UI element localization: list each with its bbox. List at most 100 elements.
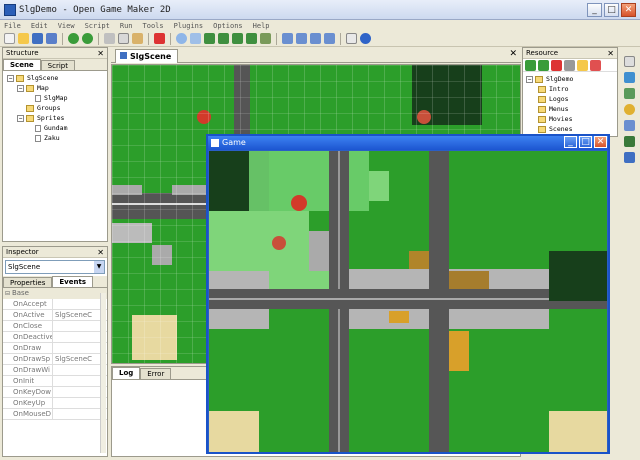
collapse-icon[interactable]: −: [17, 84, 24, 92]
resource-item-movies[interactable]: Movies: [549, 114, 572, 124]
collapse-icon[interactable]: −: [7, 74, 14, 82]
editor-close-icon[interactable]: ✕: [509, 49, 517, 59]
menu-tools[interactable]: Tools: [143, 22, 164, 30]
menu-view[interactable]: View: [58, 22, 75, 30]
cut-icon[interactable]: [104, 33, 115, 44]
tab-script[interactable]: Script: [40, 60, 75, 70]
event-row[interactable]: OnClose: [3, 321, 107, 332]
tree-item-groups[interactable]: Groups: [37, 103, 60, 113]
event-row[interactable]: OnDrawSp SlgSceneC: [3, 354, 107, 365]
debug-icon[interactable]: [296, 33, 307, 44]
menu-file[interactable]: File: [4, 22, 21, 30]
tree-item-zaku[interactable]: Zaku: [44, 133, 60, 143]
event-row[interactable]: OnAccept: [3, 299, 107, 310]
structure-close-icon[interactable]: ✕: [97, 48, 104, 59]
close-button[interactable]: ✕: [621, 3, 636, 17]
chevron-down-icon[interactable]: ▼: [94, 261, 104, 273]
event-value[interactable]: [53, 398, 55, 408]
event-value[interactable]: SlgSceneC: [53, 310, 92, 320]
sound-icon[interactable]: [624, 104, 635, 115]
resource-item-scenes[interactable]: Scenes: [549, 124, 572, 134]
move-up-icon[interactable]: [232, 33, 243, 44]
inspector-close-icon[interactable]: ✕: [97, 247, 104, 258]
tab-log[interactable]: Log: [112, 367, 141, 379]
event-value[interactable]: [53, 299, 55, 309]
tree-item-map[interactable]: Map: [37, 83, 49, 93]
collapse-icon[interactable]: −: [17, 114, 24, 122]
tab-properties[interactable]: Properties: [3, 277, 53, 287]
resource-item-menus[interactable]: Menus: [549, 104, 569, 114]
info-icon[interactable]: [360, 33, 371, 44]
game-close-button[interactable]: ✕: [594, 136, 607, 148]
copy-icon[interactable]: [118, 33, 129, 44]
event-row[interactable]: OnActive SlgSceneC: [3, 310, 107, 321]
add-icon[interactable]: [525, 60, 536, 71]
menu-edit[interactable]: Edit: [31, 22, 48, 30]
build-icon[interactable]: [310, 33, 321, 44]
event-value[interactable]: [53, 376, 55, 386]
menu-help[interactable]: Help: [253, 22, 270, 30]
event-value[interactable]: [53, 332, 55, 342]
rename-icon[interactable]: [564, 60, 575, 71]
run-icon[interactable]: [282, 33, 293, 44]
menu-run[interactable]: Run: [120, 22, 133, 30]
event-value[interactable]: SlgSceneC: [53, 354, 92, 364]
tab-error[interactable]: Error: [140, 368, 172, 379]
menu-options[interactable]: Options: [213, 22, 243, 30]
menu-plugins[interactable]: Plugins: [174, 22, 204, 30]
check-icon[interactable]: [260, 33, 271, 44]
event-value[interactable]: [53, 343, 55, 353]
maximize-button[interactable]: □: [604, 3, 619, 17]
game-viewport[interactable]: [209, 151, 607, 452]
zoom-icon[interactable]: [176, 33, 187, 44]
open-folder-icon[interactable]: [18, 33, 29, 44]
game-maximize-button[interactable]: □: [579, 136, 592, 148]
tree-item-slgmap[interactable]: SlgMap: [44, 93, 67, 103]
collapse-icon[interactable]: −: [526, 75, 533, 83]
tree-item-gundam[interactable]: Gundam: [44, 123, 67, 133]
event-row[interactable]: OnDrawWi: [3, 365, 107, 376]
delete-icon[interactable]: [154, 33, 165, 44]
event-row[interactable]: OnKeyDow: [3, 387, 107, 398]
tab-scene[interactable]: Scene: [3, 59, 41, 70]
new-file-icon[interactable]: [4, 33, 15, 44]
resource-close-icon[interactable]: ✕: [607, 48, 614, 59]
map-icon[interactable]: [624, 72, 635, 83]
font-icon[interactable]: [624, 120, 635, 131]
play-icon[interactable]: [324, 33, 335, 44]
minimize-button[interactable]: _: [587, 3, 602, 17]
sprite-icon[interactable]: [624, 88, 635, 99]
tree-item-slgscene[interactable]: SlgScene: [27, 73, 58, 83]
game-minimize-button[interactable]: _: [564, 136, 577, 148]
event-row[interactable]: OnDeactive: [3, 332, 107, 343]
game-window[interactable]: Game _ □ ✕: [206, 134, 610, 454]
import-icon[interactable]: [577, 60, 588, 71]
window-icon[interactable]: [346, 33, 357, 44]
resource-item-slgdemo[interactable]: SlgDemo: [546, 74, 573, 84]
resource-item-intro[interactable]: Intro: [549, 84, 569, 94]
align-icon[interactable]: [204, 33, 215, 44]
move-down-icon[interactable]: [218, 33, 229, 44]
image-icon[interactable]: [624, 56, 635, 67]
find-icon[interactable]: [190, 33, 201, 44]
inspector-scrollbar[interactable]: [100, 293, 106, 453]
event-row[interactable]: OnKeyUp: [3, 398, 107, 409]
event-row[interactable]: OnInit: [3, 376, 107, 387]
paste-icon[interactable]: [132, 33, 143, 44]
export-icon[interactable]: [590, 60, 601, 71]
tree-item-sprites[interactable]: Sprites: [37, 113, 64, 123]
remove-icon[interactable]: [551, 60, 562, 71]
add-folder-icon[interactable]: [538, 60, 549, 71]
settings-icon[interactable]: [624, 152, 635, 163]
section-header[interactable]: ⊟ Base: [3, 288, 107, 299]
arrange-icon[interactable]: [246, 33, 257, 44]
game-titlebar[interactable]: Game _ □ ✕: [208, 136, 608, 150]
event-value[interactable]: [53, 365, 55, 375]
tab-events[interactable]: Events: [52, 276, 93, 287]
undo-icon[interactable]: [68, 33, 79, 44]
event-row[interactable]: OnMouseD: [3, 409, 107, 420]
object-select[interactable]: SlgScene ▼: [5, 260, 105, 274]
redo-icon[interactable]: [82, 33, 93, 44]
event-value[interactable]: [53, 409, 55, 419]
event-value[interactable]: [53, 321, 55, 331]
